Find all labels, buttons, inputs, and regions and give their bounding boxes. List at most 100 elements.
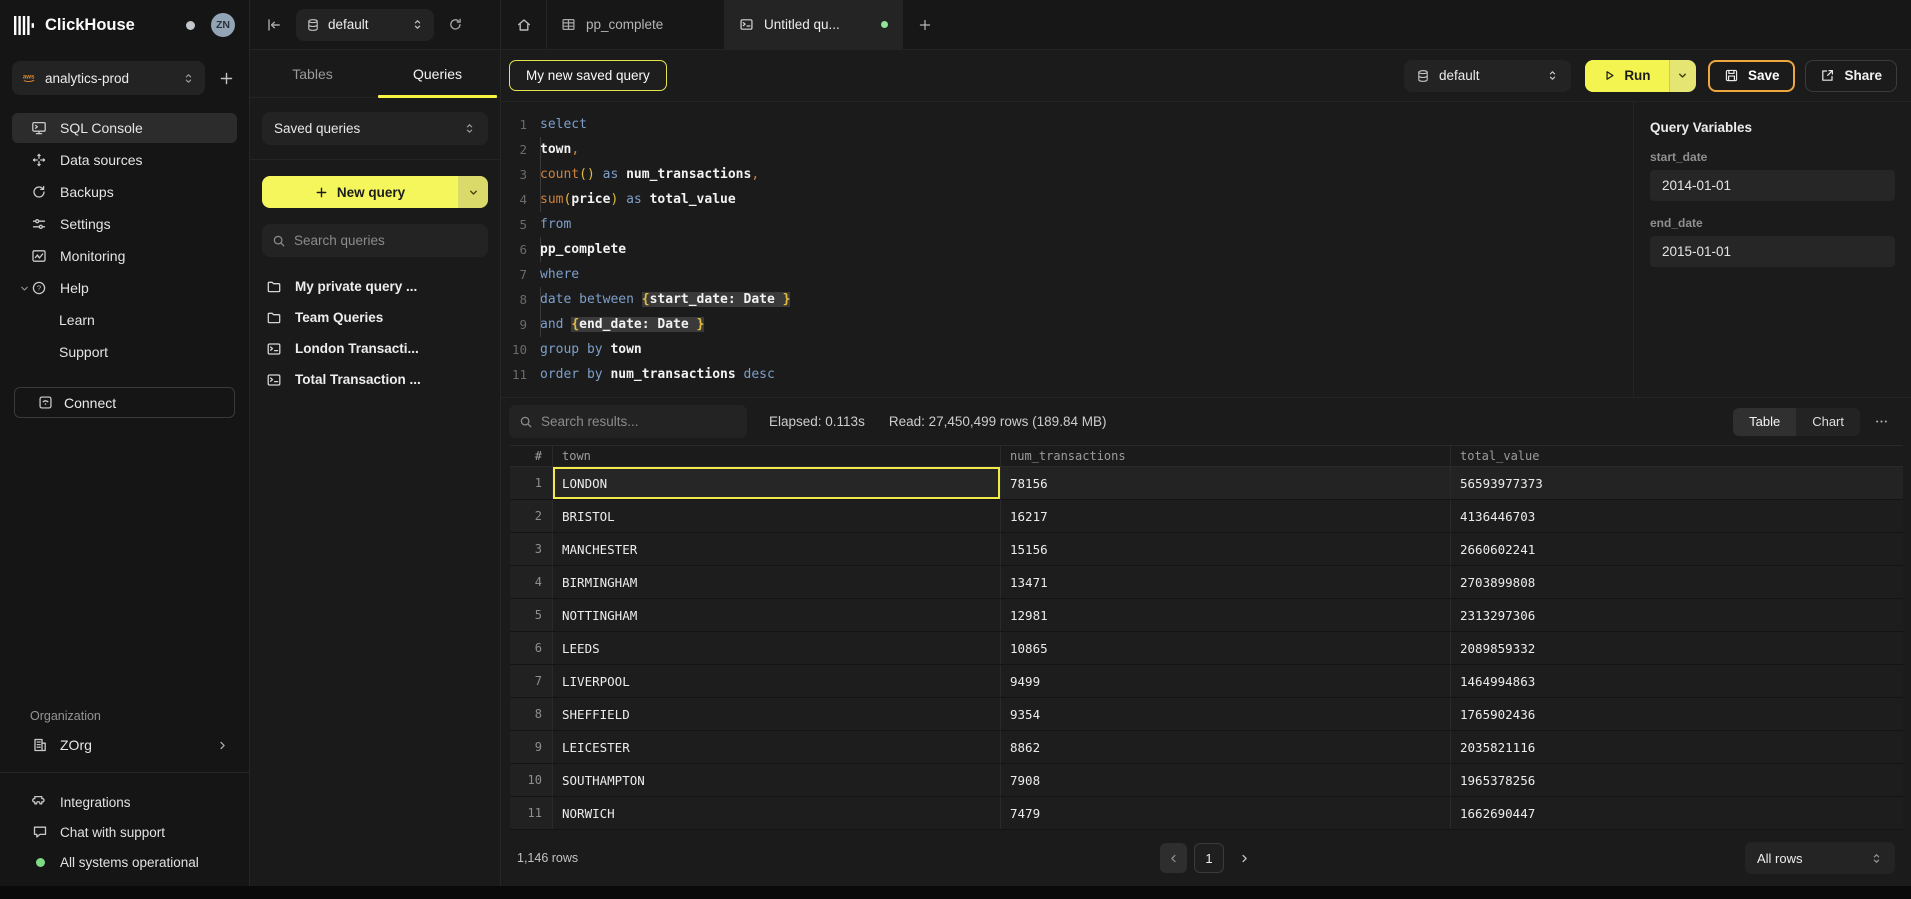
cell-total-value[interactable]: 2313297306 — [1450, 599, 1903, 631]
cell-num-transactions[interactable]: 7908 — [1000, 764, 1450, 796]
cell-num-transactions[interactable]: 16217 — [1000, 500, 1450, 532]
database-selector[interactable]: default — [296, 9, 434, 41]
collapse-sidebar-button[interactable] — [266, 17, 282, 33]
previous-page-button[interactable] — [1160, 843, 1187, 873]
cell-num-transactions[interactable]: 9499 — [1000, 665, 1450, 697]
table-row[interactable]: 6LEEDS108652089859332 — [510, 632, 1903, 665]
view-table-button[interactable]: Table — [1733, 408, 1796, 436]
sidebar-footer-all-systems-operational[interactable]: All systems operational — [12, 847, 237, 877]
cell-total-value[interactable]: 2089859332 — [1450, 632, 1903, 664]
tab-tables[interactable]: Tables — [250, 50, 375, 97]
sidebar-subitem-learn[interactable]: Learn — [12, 305, 237, 335]
code-line-11[interactable]: 11 order by num_transactions desc — [501, 362, 1633, 387]
page-size-selector[interactable]: All rows — [1745, 842, 1895, 874]
more-options-button[interactable] — [1874, 414, 1889, 429]
cell-town[interactable]: LIVERPOOL — [552, 665, 1000, 697]
cell-total-value[interactable]: 56593977373 — [1450, 467, 1903, 499]
code-line-2[interactable]: 2 town, — [501, 137, 1633, 162]
column-header-num-transactions[interactable]: num_transactions — [1000, 446, 1450, 466]
run-database-selector[interactable]: default — [1404, 60, 1571, 92]
home-button[interactable] — [501, 0, 547, 49]
cell-num-transactions[interactable]: 78156 — [1000, 467, 1450, 499]
tab-pp-complete[interactable]: pp_complete — [547, 0, 725, 49]
cell-total-value[interactable]: 1662690447 — [1450, 797, 1903, 829]
new-tab-button[interactable] — [903, 0, 947, 49]
sql-editor[interactable]: 1 select 2 town, 3 count() as num_transa… — [501, 102, 1633, 397]
current-page[interactable]: 1 — [1194, 843, 1224, 873]
cell-town[interactable]: LEEDS — [552, 632, 1000, 664]
cell-town[interactable]: MANCHESTER — [552, 533, 1000, 565]
service-selector[interactable]: aws analytics-prod — [12, 61, 205, 95]
cell-town[interactable]: LEICESTER — [552, 731, 1000, 763]
cell-total-value[interactable]: 2703899808 — [1450, 566, 1903, 598]
code-line-1[interactable]: 1 select — [501, 112, 1633, 137]
code-line-8[interactable]: 8 date between {start_date: Date } — [501, 287, 1633, 312]
cell-num-transactions[interactable]: 12981 — [1000, 599, 1450, 631]
column-header-town[interactable]: town — [552, 446, 1000, 466]
saved-queries-filter[interactable]: Saved queries — [262, 112, 488, 145]
table-row[interactable]: 8SHEFFIELD93541765902436 — [510, 698, 1903, 731]
new-query-button[interactable]: New query — [262, 176, 488, 208]
sidebar-item-settings[interactable]: Settings — [12, 209, 237, 239]
sidebar-item-data-sources[interactable]: Data sources — [12, 145, 237, 175]
table-row[interactable]: 11NORWICH74791662690447 — [510, 797, 1903, 830]
sidebar-footer-chat-with-support[interactable]: Chat with support — [12, 817, 237, 847]
cell-total-value[interactable]: 1464994863 — [1450, 665, 1903, 697]
run-options-dropdown[interactable] — [1669, 60, 1696, 92]
saved-query-chip[interactable]: My new saved query — [509, 60, 667, 91]
new-query-main[interactable]: New query — [262, 176, 458, 208]
cell-num-transactions[interactable]: 9354 — [1000, 698, 1450, 730]
sidebar-subitem-support[interactable]: Support — [12, 337, 237, 367]
cell-town[interactable]: SOUTHAMPTON — [552, 764, 1000, 796]
cell-num-transactions[interactable]: 8862 — [1000, 731, 1450, 763]
cell-total-value[interactable]: 4136446703 — [1450, 500, 1903, 532]
connect-button[interactable]: Connect — [14, 387, 235, 418]
cell-town[interactable]: SHEFFIELD — [552, 698, 1000, 730]
tab-untitled-query[interactable]: Untitled qu... — [725, 0, 903, 49]
saved-query-my-private-query[interactable]: My private query ... — [262, 271, 488, 302]
table-row[interactable]: 7LIVERPOOL94991464994863 — [510, 665, 1903, 698]
sidebar-item-backups[interactable]: Backups — [12, 177, 237, 207]
cell-town[interactable]: LONDON — [552, 467, 1000, 499]
sidebar-footer-integrations[interactable]: Integrations — [12, 787, 237, 817]
cell-town[interactable]: NOTTINGHAM — [552, 599, 1000, 631]
next-page-button[interactable] — [1231, 852, 1257, 865]
run-button[interactable]: Run — [1585, 60, 1696, 92]
new-query-dropdown[interactable] — [458, 176, 488, 208]
view-chart-button[interactable]: Chart — [1796, 408, 1860, 436]
refresh-button[interactable] — [448, 17, 463, 32]
search-queries-input[interactable] — [294, 233, 478, 248]
column-header-index[interactable]: # — [510, 446, 552, 466]
table-row[interactable]: 10SOUTHAMPTON79081965378256 — [510, 764, 1903, 797]
saved-query-total-transaction[interactable]: Total Transaction ... — [262, 364, 488, 395]
share-button[interactable]: Share — [1805, 60, 1897, 92]
table-row[interactable]: 4BIRMINGHAM134712703899808 — [510, 566, 1903, 599]
column-header-total-value[interactable]: total_value — [1450, 446, 1903, 466]
code-line-3[interactable]: 3 count() as num_transactions, — [501, 162, 1633, 187]
saved-query-team-queries[interactable]: Team Queries — [262, 302, 488, 333]
cell-total-value[interactable]: 1765902436 — [1450, 698, 1903, 730]
cell-town[interactable]: NORWICH — [552, 797, 1000, 829]
code-line-5[interactable]: 5 from — [501, 212, 1633, 237]
cell-num-transactions[interactable]: 7479 — [1000, 797, 1450, 829]
table-row[interactable]: 2BRISTOL162174136446703 — [510, 500, 1903, 533]
table-row[interactable]: 3MANCHESTER151562660602241 — [510, 533, 1903, 566]
cell-total-value[interactable]: 2660602241 — [1450, 533, 1903, 565]
start-date-input[interactable] — [1650, 170, 1895, 201]
code-line-7[interactable]: 7 where — [501, 262, 1633, 287]
code-line-6[interactable]: 6 pp_complete — [501, 237, 1633, 262]
cell-total-value[interactable]: 2035821116 — [1450, 731, 1903, 763]
code-line-4[interactable]: 4 sum(price) as total_value — [501, 187, 1633, 212]
end-date-input[interactable] — [1650, 236, 1895, 267]
save-button[interactable]: Save — [1708, 60, 1796, 92]
table-row[interactable]: 1LONDON7815656593977373 — [510, 467, 1903, 500]
sidebar-item-help[interactable]: ? Help — [12, 273, 237, 303]
code-line-9[interactable]: 9 and {end_date: Date } — [501, 312, 1633, 337]
cell-num-transactions[interactable]: 10865 — [1000, 632, 1450, 664]
cell-num-transactions[interactable]: 13471 — [1000, 566, 1450, 598]
run-button-main[interactable]: Run — [1585, 60, 1669, 92]
tab-queries[interactable]: Queries — [375, 50, 500, 97]
sidebar-item-monitoring[interactable]: Monitoring — [12, 241, 237, 271]
add-service-button[interactable] — [215, 67, 237, 89]
cell-total-value[interactable]: 1965378256 — [1450, 764, 1903, 796]
